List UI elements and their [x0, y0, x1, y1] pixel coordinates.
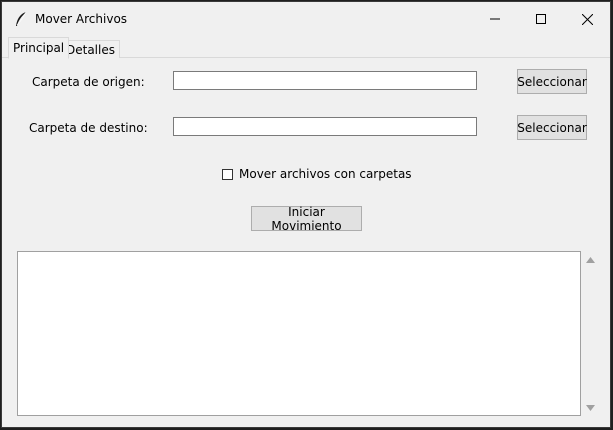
close-button[interactable]	[564, 2, 610, 36]
log-scrollbar[interactable]	[582, 251, 599, 416]
destination-folder-input[interactable]	[173, 117, 477, 136]
source-folder-input[interactable]	[173, 71, 477, 90]
feather-icon	[14, 11, 28, 27]
log-text-area[interactable]	[17, 251, 581, 416]
title-bar[interactable]: Mover Archivos	[2, 2, 610, 36]
tab-bar: Detalles Principal	[2, 36, 610, 59]
tab-detalles[interactable]: Detalles	[61, 40, 120, 58]
main-window: Mover Archivos Detalles Principal Carpet…	[1, 1, 611, 428]
destination-folder-label: Carpeta de destino:	[29, 121, 148, 135]
arrow-down-icon	[586, 404, 595, 411]
select-destination-button[interactable]: Seleccionar	[517, 115, 587, 140]
maximize-icon	[536, 14, 546, 24]
minimize-button[interactable]	[472, 2, 518, 36]
scroll-down-button[interactable]	[582, 399, 599, 416]
arrow-up-icon	[586, 256, 595, 263]
maximize-button[interactable]	[518, 2, 564, 36]
start-move-button[interactable]: Iniciar Movimiento	[251, 205, 362, 233]
window-title: Mover Archivos	[35, 12, 128, 26]
close-icon	[581, 13, 593, 25]
move-with-folders-label: Mover archivos con carpetas	[239, 167, 412, 181]
minimize-icon	[490, 18, 500, 20]
tab-principal[interactable]: Principal	[8, 37, 70, 59]
scroll-up-button[interactable]	[582, 251, 599, 268]
select-source-button[interactable]: Seleccionar	[517, 69, 587, 94]
move-with-folders-option[interactable]: Mover archivos con carpetas	[222, 166, 412, 182]
move-with-folders-checkbox[interactable]	[222, 168, 233, 180]
source-folder-label: Carpeta de origen:	[32, 75, 145, 89]
